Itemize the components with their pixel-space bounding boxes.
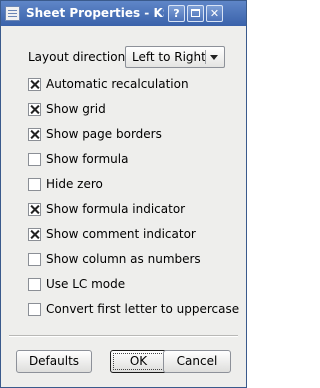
layout-direction-value: Left to Right (132, 50, 206, 64)
defaults-button[interactable]: Defaults (16, 350, 92, 373)
checkbox[interactable] (28, 78, 41, 91)
app-icon (5, 6, 20, 21)
option-label: Use LC mode (46, 277, 126, 291)
option-label: Show formula (46, 152, 129, 166)
option-label: Automatic recalculation (46, 77, 189, 91)
checkbox[interactable] (28, 103, 41, 116)
checkbox[interactable] (28, 303, 41, 316)
option-label: Show comment indicator (46, 227, 196, 241)
cancel-button[interactable]: Cancel (163, 350, 231, 373)
checkbox[interactable] (28, 178, 41, 191)
option-show-grid[interactable]: Show grid (28, 102, 238, 118)
help-button[interactable]: ? (168, 5, 185, 22)
option-label: Show column as numbers (46, 252, 201, 266)
checkbox[interactable] (28, 228, 41, 241)
option-label: Show formula indicator (46, 202, 186, 216)
checkbox[interactable] (28, 278, 41, 291)
option-show-formula-indicator[interactable]: Show formula indicator (28, 202, 238, 218)
option-hide-zero[interactable]: Hide zero (28, 177, 238, 193)
divider (9, 335, 238, 337)
focus-ring (113, 353, 164, 370)
chevron-down-icon[interactable] (210, 55, 218, 60)
layout-direction-row: Layout direction: Left to Right (28, 46, 233, 70)
combo-separator (205, 50, 206, 64)
checkbox[interactable] (28, 128, 41, 141)
maximize-button[interactable] (187, 5, 204, 22)
layout-direction-select[interactable]: Left to Right (125, 46, 225, 68)
option-automatic-recalculation[interactable]: Automatic recalculation (28, 77, 238, 93)
window-title: Sheet Properties - KSprea (26, 6, 164, 20)
ok-button[interactable]: OK (110, 350, 167, 373)
option-show-page-borders[interactable]: Show page borders (28, 127, 238, 143)
option-show-column-as-numbers[interactable]: Show column as numbers (28, 252, 238, 268)
close-button[interactable]: ✕ (206, 5, 223, 22)
option-show-comment-indicator[interactable]: Show comment indicator (28, 227, 238, 243)
option-label: Hide zero (46, 177, 103, 191)
checkbox[interactable] (28, 153, 41, 166)
sheet-properties-dialog: Sheet Properties - KSprea ? ✕ Layout dir… (0, 0, 247, 388)
option-use-lc-mode[interactable]: Use LC mode (28, 277, 238, 293)
title-bar[interactable]: Sheet Properties - KSprea ? ✕ (1, 1, 246, 26)
checkbox[interactable] (28, 253, 41, 266)
layout-direction-label: Layout direction: (28, 50, 130, 64)
checkbox[interactable] (28, 203, 41, 216)
option-label: Show grid (46, 102, 106, 116)
option-label: Convert first letter to uppercase (46, 302, 240, 316)
option-label: Show page borders (46, 127, 162, 141)
option-convert-first-letter-uppercase[interactable]: Convert first letter to uppercase (28, 302, 240, 318)
option-show-formula[interactable]: Show formula (28, 152, 238, 168)
